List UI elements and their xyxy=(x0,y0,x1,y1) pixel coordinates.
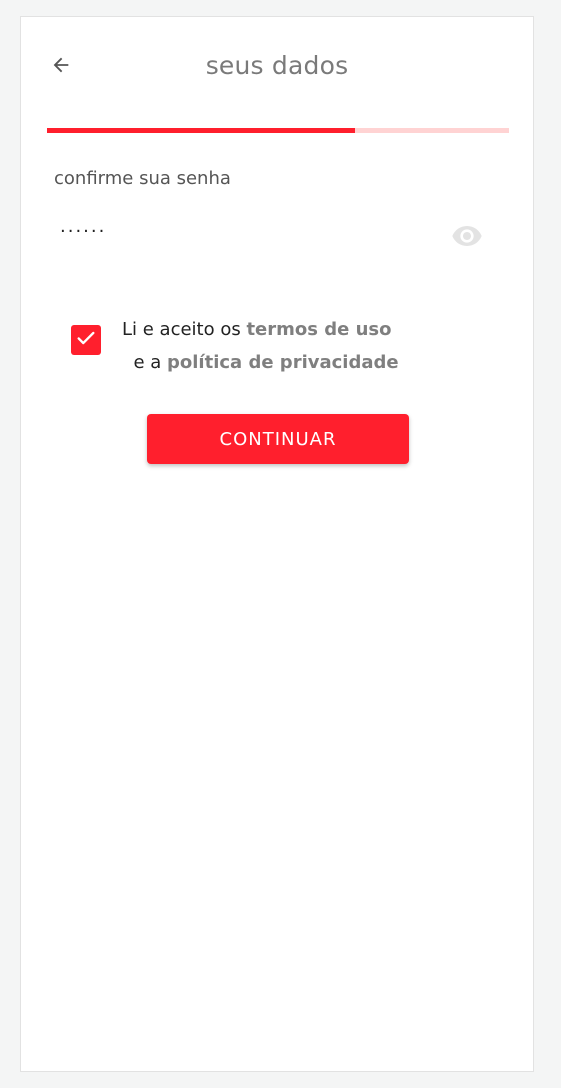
privacy-policy-link[interactable]: política de privacidade xyxy=(167,352,399,373)
header: seus dados xyxy=(21,17,533,117)
terms-of-use-link[interactable]: termos de uso xyxy=(246,319,391,340)
app-frame: seus dados confirme sua senha ······ Li … xyxy=(20,16,534,1072)
password-confirm-field[interactable]: ······ xyxy=(54,217,484,257)
password-confirm-label: confirme sua senha xyxy=(54,168,231,189)
terms-text: Li e aceito os termos de uso e a polític… xyxy=(122,313,482,379)
password-confirm-input[interactable]: ······ xyxy=(60,221,106,242)
checkmark-icon xyxy=(75,327,97,353)
terms-prefix-text: Li e aceito os xyxy=(122,319,247,340)
toggle-password-visibility-button[interactable] xyxy=(450,221,484,255)
page-title: seus dados xyxy=(205,51,349,80)
eye-icon xyxy=(451,220,483,256)
terms-middle-text: e a xyxy=(122,352,167,373)
continue-button[interactable]: CONTINUAR xyxy=(147,414,409,464)
progress-bar xyxy=(47,128,509,133)
terms-checkbox[interactable] xyxy=(71,325,101,355)
progress-fill xyxy=(47,128,356,133)
